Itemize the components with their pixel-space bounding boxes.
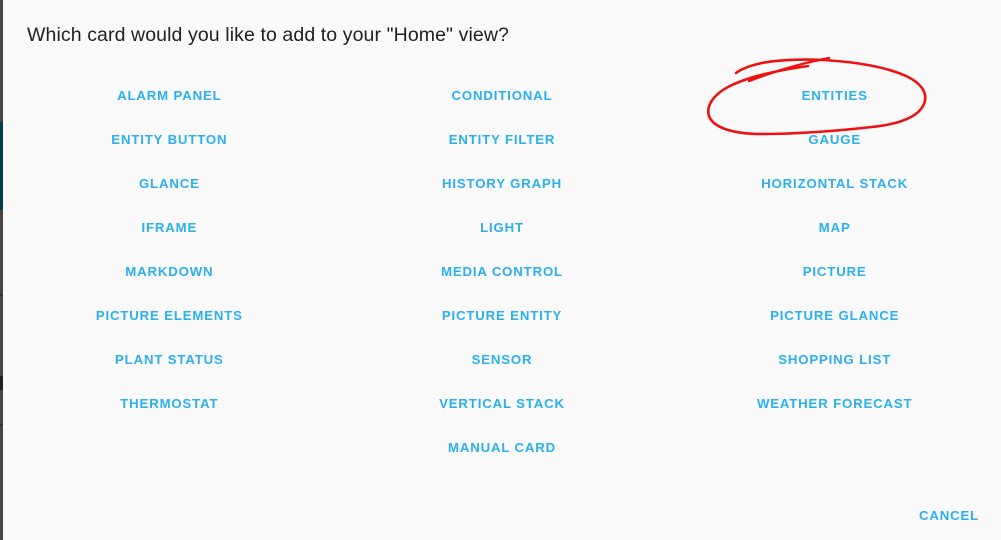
edge-strip-notch — [0, 376, 3, 390]
card-type-column-1: ALARM PANEL ENTITY BUTTON GLANCE IFRAME MARK… — [3, 74, 336, 470]
card-option-plant-status[interactable]: PLANT STATUS — [115, 338, 224, 382]
card-option-thermostat[interactable]: THERMOSTAT — [120, 382, 218, 426]
card-option-entity-button[interactable]: ENTITY BUTTON — [111, 118, 227, 162]
card-option-markdown[interactable]: MARKDOWN — [125, 250, 213, 294]
card-option-alarm-panel[interactable]: ALARM PANEL — [117, 74, 221, 118]
card-option-weather-forecast[interactable]: WEATHER FORECAST — [757, 382, 912, 426]
card-option-manual-card[interactable]: MANUAL CARD — [448, 426, 556, 470]
card-option-entities[interactable]: ENTITIES — [802, 74, 868, 118]
card-option-sensor[interactable]: SENSOR — [472, 338, 533, 382]
card-option-light[interactable]: LIGHT — [480, 206, 524, 250]
card-option-map[interactable]: MAP — [819, 206, 851, 250]
card-type-grid: ALARM PANEL ENTITY BUTTON GLANCE IFRAME MARK… — [3, 74, 1001, 470]
card-option-glance[interactable]: GLANCE — [139, 162, 200, 206]
card-option-iframe[interactable]: IFRAME — [142, 206, 198, 250]
card-option-picture-glance[interactable]: PICTURE GLANCE — [770, 294, 899, 338]
card-option-conditional[interactable]: CONDITIONAL — [452, 74, 553, 118]
card-option-picture-elements[interactable]: PICTURE ELEMENTS — [96, 294, 243, 338]
cancel-button[interactable]: CANCEL — [919, 508, 979, 523]
card-option-gauge[interactable]: GAUGE — [808, 118, 861, 162]
card-option-picture-entity[interactable]: PICTURE ENTITY — [442, 294, 562, 338]
card-option-history-graph[interactable]: HISTORY GRAPH — [442, 162, 562, 206]
window-edge-strip — [0, 0, 3, 540]
card-option-entity-filter[interactable]: ENTITY FILTER — [449, 118, 556, 162]
card-picker-dialog: Which card would you like to add to your… — [3, 0, 1001, 540]
edge-strip-accent-segment — [0, 122, 3, 210]
card-option-vertical-stack[interactable]: VERTICAL STACK — [439, 382, 565, 426]
edge-strip-divider-lower — [0, 424, 3, 426]
card-option-picture[interactable]: PICTURE — [803, 250, 867, 294]
card-option-shopping-list[interactable]: SHOPPING LIST — [778, 338, 891, 382]
page-title: Which card would you like to add to your… — [27, 24, 509, 46]
card-type-column-2: CONDITIONAL ENTITY FILTER HISTORY GRAPH LIG… — [336, 74, 669, 470]
edge-strip-divider-upper — [0, 294, 3, 296]
card-type-column-3: ENTITIES GAUGE HORIZONTAL STACK MAP PICTURE P… — [668, 74, 1001, 470]
card-option-media-control[interactable]: MEDIA CONTROL — [441, 250, 563, 294]
card-option-horizontal-stack[interactable]: HORIZONTAL STACK — [761, 162, 908, 206]
